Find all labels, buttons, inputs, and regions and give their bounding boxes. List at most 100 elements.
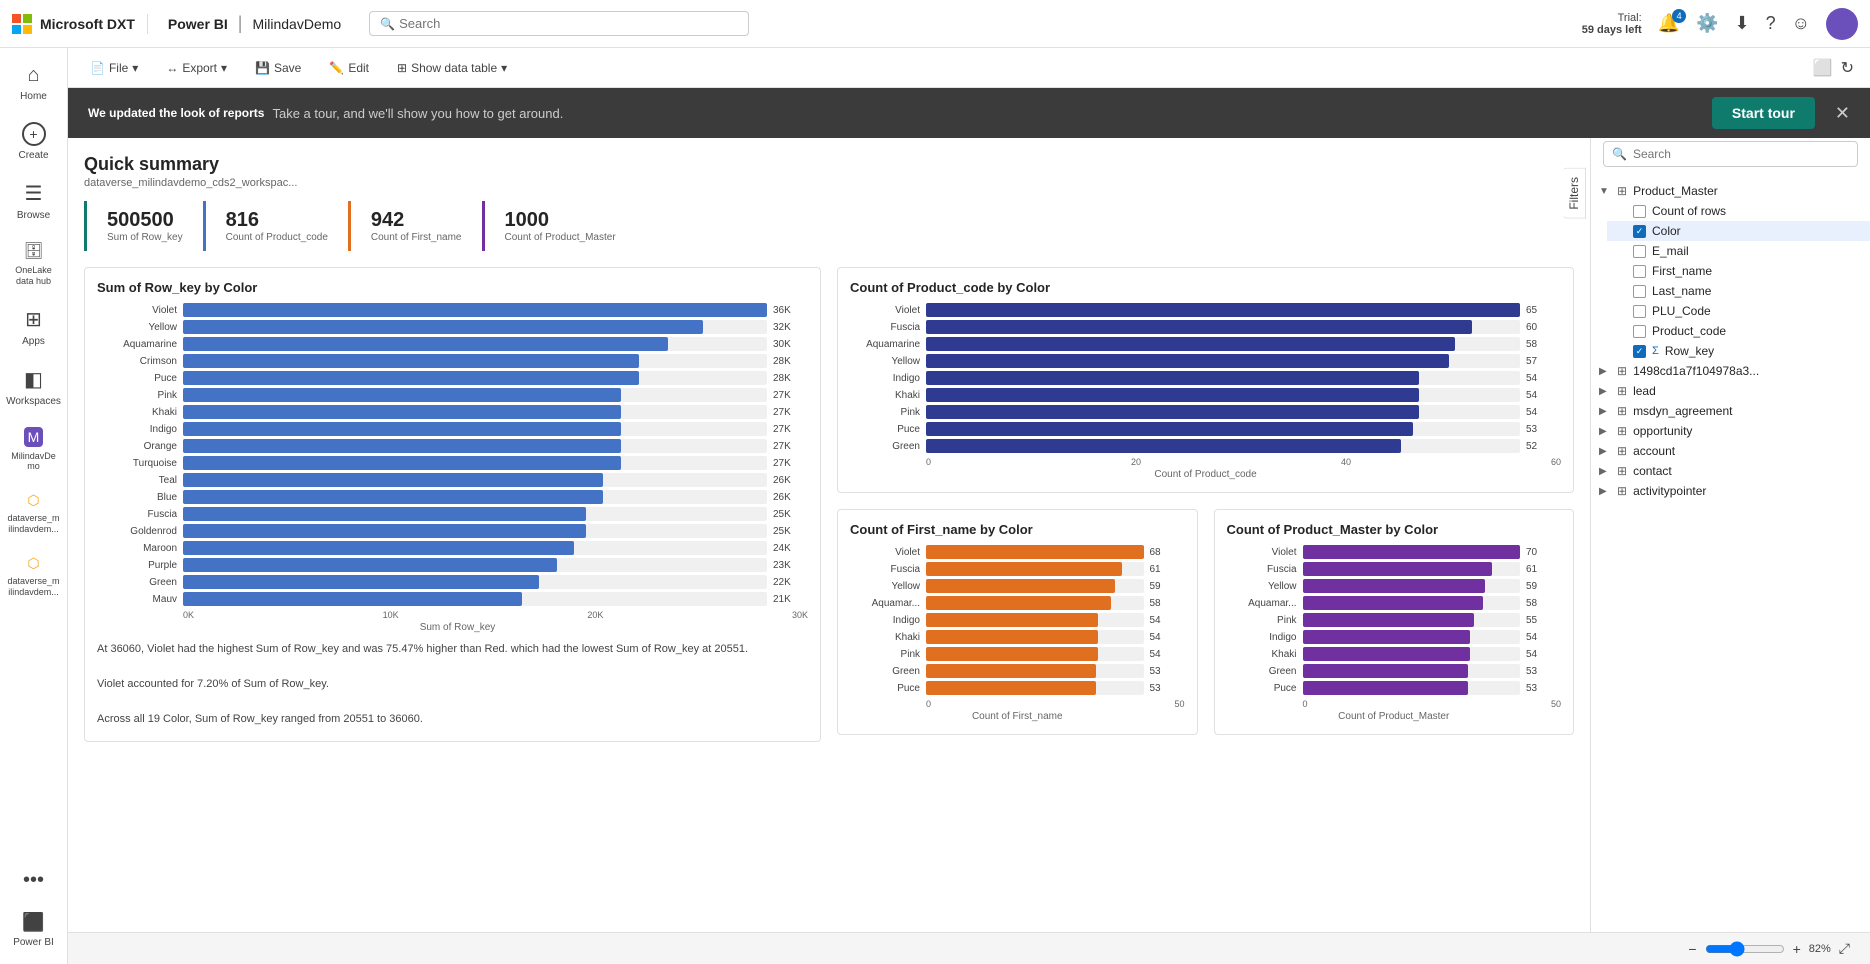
global-search-input[interactable]	[399, 16, 738, 31]
file-chevron: ▾	[132, 61, 138, 75]
sidebar-item-more[interactable]: •••	[4, 861, 64, 900]
tree-field-checkbox[interactable]	[1633, 245, 1646, 258]
download-icon[interactable]: ⬇	[1735, 13, 1750, 34]
tree-field-product_code[interactable]: Product_code	[1607, 321, 1870, 341]
tree-group-row[interactable]: ▼ ⊞ Product_Master	[1591, 181, 1870, 201]
export-button[interactable]: ↔ Export ▾	[160, 57, 233, 79]
tree-group-contact[interactable]: ▶ ⊞ contact	[1591, 461, 1870, 481]
zoom-in-button[interactable]: +	[1789, 939, 1805, 959]
file-button[interactable]: 📄 File ▾	[84, 57, 144, 79]
notification-bell[interactable]: 🔔 4	[1658, 13, 1680, 34]
sidebar-item-apps[interactable]: ⊞ Apps	[4, 299, 64, 355]
tree-field-checkbox[interactable]	[1633, 285, 1646, 298]
browse-icon: ☰	[25, 181, 43, 206]
rp-search-input[interactable]	[1633, 147, 1849, 161]
metric-card: 500500 Sum of Row_key	[84, 201, 203, 251]
tree-group-row[interactable]: ▶ ⊞ msdyn_agreement	[1591, 401, 1870, 421]
bar-value: 60	[1526, 322, 1561, 333]
sidebar-item-onelake[interactable]: 🗄 OneLakedata hub	[4, 233, 64, 295]
sidebar-item-home[interactable]: ⌂ Home	[4, 56, 64, 110]
avatar[interactable]	[1826, 8, 1858, 40]
tree-field-e_mail[interactable]: E_mail	[1607, 241, 1870, 261]
global-search-box[interactable]: 🔍	[369, 11, 749, 36]
save-button[interactable]: 💾 Save	[249, 57, 307, 79]
start-tour-button[interactable]: Start tour	[1712, 97, 1815, 129]
tree-group-row[interactable]: ▶ ⊞ activitypointer	[1591, 481, 1870, 501]
filters-tab[interactable]: Filters	[1563, 168, 1586, 219]
refresh-icon[interactable]: ↻	[1841, 58, 1854, 78]
tree-group-1498cd1a7f104978a3...[interactable]: ▶ ⊞ 1498cd1a7f104978a3...	[1591, 361, 1870, 381]
bar-container	[926, 405, 1520, 419]
sidebar-item-workspaces[interactable]: ◧ Workspaces	[4, 359, 64, 415]
tree-group-account[interactable]: ▶ ⊞ account	[1591, 441, 1870, 461]
tree-field-color[interactable]: ✓ Color	[1607, 221, 1870, 241]
tree-field-checkbox[interactable]: ✓	[1633, 345, 1646, 358]
bar-row: Pink 55	[1227, 613, 1562, 627]
bar-row: Yellow 59	[1227, 579, 1562, 593]
tree-group-row[interactable]: ▶ ⊞ opportunity	[1591, 421, 1870, 441]
tree-field-first_name[interactable]: First_name	[1607, 261, 1870, 281]
zoom-slider[interactable]	[1705, 941, 1785, 957]
show-data-table-button[interactable]: ⊞ Show data table ▾	[391, 57, 513, 79]
chart1-x-title: Sum of Row_key	[107, 622, 808, 633]
bar-row: Khaki 54	[850, 388, 1561, 402]
home-icon: ⌂	[27, 64, 39, 87]
tree-group-row[interactable]: ▶ ⊞ 1498cd1a7f104978a3...	[1591, 361, 1870, 381]
sidebar-item-dv2[interactable]: ⬡ dataverse_milindavdem...	[4, 547, 64, 606]
bar-label: Teal	[107, 475, 177, 486]
bar-value: 59	[1150, 581, 1185, 592]
bar-value: 58	[1526, 598, 1561, 609]
your-data-search[interactable]: 🔍	[1603, 141, 1858, 167]
bar-value: 36K	[773, 305, 808, 316]
bar-fill	[1303, 664, 1468, 678]
zoom-out-button[interactable]: −	[1684, 939, 1700, 959]
bar-fill	[183, 473, 603, 487]
tree-field-checkbox[interactable]	[1633, 205, 1646, 218]
bar-label: Khaki	[1227, 649, 1297, 660]
chart4-title: Count of Product_Master by Color	[1227, 522, 1562, 537]
bar-label: Khaki	[107, 407, 177, 418]
sidebar-item-milindavdemo[interactable]: M MilindavDemo	[4, 419, 64, 481]
tree-field-checkbox[interactable]	[1633, 325, 1646, 338]
table-icon: ⊞	[397, 61, 407, 75]
tree-field-checkbox[interactable]: ✓	[1633, 225, 1646, 238]
tree-field-plu_code[interactable]: PLU_Code	[1607, 301, 1870, 321]
bar-label: Pink	[107, 390, 177, 401]
chart2-title: Count of Product_code by Color	[850, 280, 1561, 295]
bar-row: Green 53	[1227, 664, 1562, 678]
tree-group-product_master[interactable]: ▼ ⊞ Product_Master Count of rows ✓ Color	[1591, 181, 1870, 361]
settings-icon[interactable]: ⚙️	[1696, 13, 1718, 34]
bar-label: Fuscia	[107, 509, 177, 520]
tree-field-row_key[interactable]: ✓ Σ Row_key	[1607, 341, 1870, 361]
tree-field-count-of-rows[interactable]: Count of rows	[1607, 201, 1870, 221]
tree-group-lead[interactable]: ▶ ⊞ lead	[1591, 381, 1870, 401]
bar-container	[926, 371, 1520, 385]
tree-group-label: lead	[1633, 384, 1656, 398]
tree-field-last_name[interactable]: Last_name	[1607, 281, 1870, 301]
tree-group-activitypointer[interactable]: ▶ ⊞ activitypointer	[1591, 481, 1870, 501]
tree-group-row[interactable]: ▶ ⊞ contact	[1591, 461, 1870, 481]
chart3-bar-chart: Violet 68 Fuscia 61 Yellow 59 Aquamar...…	[850, 545, 1185, 695]
banner-normal-text: Take a tour, and we'll show you how to g…	[272, 106, 563, 121]
fit-to-window-icon[interactable]: ⤢	[1835, 938, 1854, 959]
window-icon[interactable]: ⬜	[1813, 58, 1833, 78]
bar-fill	[1303, 647, 1470, 661]
sidebar-item-dv1[interactable]: ⬡ dataverse_milindavdem...	[4, 484, 64, 543]
help-icon[interactable]: ?	[1766, 13, 1776, 34]
tree-group-msdyn_agreement[interactable]: ▶ ⊞ msdyn_agreement	[1591, 401, 1870, 421]
tree-group-opportunity[interactable]: ▶ ⊞ opportunity	[1591, 421, 1870, 441]
bar-label: Green	[850, 441, 920, 452]
tree-field-checkbox[interactable]	[1633, 305, 1646, 318]
edit-icon: ✏️	[329, 61, 344, 75]
powerbi-icon: ⬛	[22, 912, 44, 933]
bar-value: 21K	[773, 594, 808, 605]
sidebar-item-create[interactable]: + Create	[4, 114, 64, 169]
banner-close-button[interactable]: ✕	[1835, 103, 1850, 124]
tree-group-row[interactable]: ▶ ⊞ lead	[1591, 381, 1870, 401]
tree-group-row[interactable]: ▶ ⊞ account	[1591, 441, 1870, 461]
smiley-icon[interactable]: ☺	[1792, 13, 1810, 34]
sidebar-item-browse[interactable]: ☰ Browse	[4, 173, 64, 229]
edit-button[interactable]: ✏️ Edit	[323, 57, 375, 79]
bar-row: Mauv 21K	[107, 592, 808, 606]
tree-field-checkbox[interactable]	[1633, 265, 1646, 278]
